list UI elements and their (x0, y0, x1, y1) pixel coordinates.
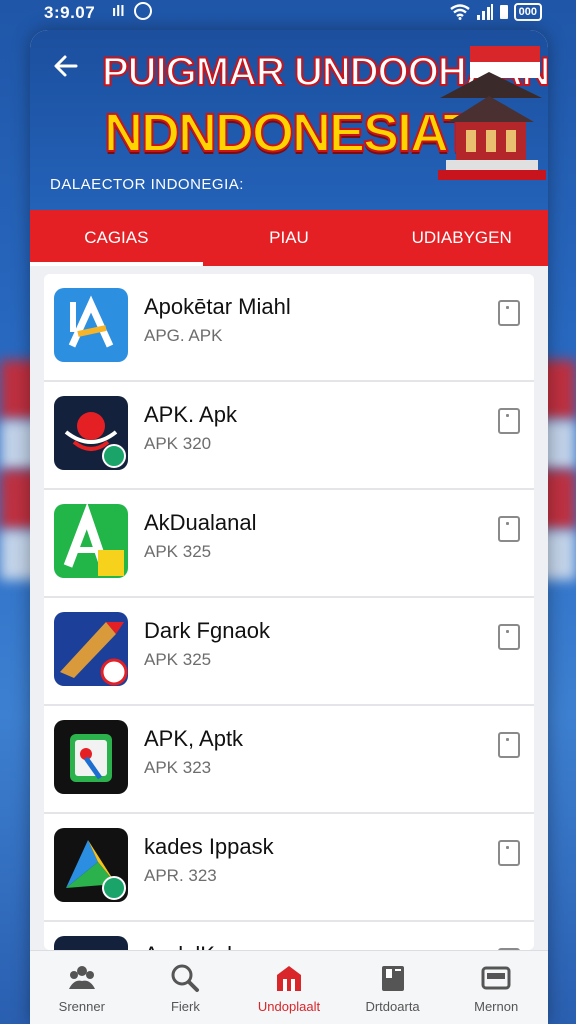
wifi-icon (449, 4, 470, 20)
indonesian-building-illustration (438, 46, 546, 180)
tab-bar: CAGIAS PIAU UDIABYGEN (30, 210, 548, 266)
app-name: AprlalKak (144, 942, 238, 950)
hero-title-line2: NDNDONESIAT. (103, 102, 484, 164)
nav-label: Drtdoarta (365, 998, 420, 1014)
list-item[interactable]: APK. Apk APK 320 (44, 382, 534, 490)
pencil-app-icon (54, 612, 128, 686)
nav-label: Undoplaalt (257, 998, 321, 1014)
tab-cagias[interactable]: CAGIAS (30, 210, 203, 266)
app-name: Apokētar Miahl (144, 294, 291, 319)
blue-a-app-icon (54, 288, 128, 362)
cellular-signal-icon (476, 4, 493, 20)
signal-small-icon: ıll (112, 3, 125, 20)
app-subtitle: APK 320 (144, 434, 212, 453)
list-item[interactable]: APK, Aptk APK 323 (44, 706, 534, 814)
app-name: kades Ippask (144, 834, 274, 859)
tab-label: PIAU (269, 228, 309, 247)
status-bar: 3:9.07 ıll 000 (0, 0, 576, 28)
bottom-navigation: Srenner Fierk Undoplaalt Drtdoarta Merno… (30, 950, 548, 1024)
download-button[interactable] (498, 624, 520, 650)
status-time: 3:9.07 (44, 3, 96, 22)
download-button[interactable] (498, 516, 520, 542)
list-item[interactable]: AkDualanal APK 325 (44, 490, 534, 598)
banner-subtitle: DALAECTOR INDONEGIA: (50, 176, 244, 193)
nav-item-undoplaalt[interactable]: Undoplaalt (237, 951, 341, 1024)
app-window: PUIGMAR UNDOOHAAN NDNDONESIAT. DALAECTOR… (30, 30, 548, 1024)
app-subtitle: APG. APK (144, 326, 223, 345)
status-icons: 000 (449, 3, 542, 21)
document-icon (381, 965, 404, 991)
search-icon (171, 964, 200, 992)
list-item[interactable]: Apokētar Miahl APG. APK (44, 274, 534, 382)
app-subtitle: APK 325 (144, 650, 212, 669)
nav-item-drtdoarta[interactable]: Drtdoarta (341, 951, 445, 1024)
list-item[interactable]: kades Ippask APR. 323 (44, 814, 534, 922)
sync-icon (134, 2, 152, 20)
app-name: APK. Apk (144, 402, 237, 427)
list-item[interactable]: Dark Fgnaok APK 325 (44, 598, 534, 706)
card-icon (481, 966, 511, 989)
list-item[interactable]: AprlalKak (44, 922, 534, 950)
green-pin-app-icon (54, 720, 128, 794)
tab-label: CAGIAS (84, 228, 149, 247)
tab-label: UDIABYGEN (411, 228, 512, 247)
nav-label: Fierk (170, 998, 200, 1014)
nav-item-fierk[interactable]: Fierk (134, 951, 238, 1024)
nav-item-srenner[interactable]: Srenner (30, 951, 134, 1024)
download-button[interactable] (498, 408, 520, 434)
app-name: Dark Fgnaok (144, 618, 270, 643)
download-button[interactable] (498, 300, 520, 326)
people-icon (68, 965, 95, 989)
tab-piau[interactable]: PIAU (203, 210, 376, 266)
app-list: Apokētar Miahl APG. APK APK. Apk APK 320 (44, 274, 534, 950)
nav-label: Mernon (474, 998, 519, 1014)
app-subtitle: APR. 323 (144, 866, 217, 885)
nav-item-mernon[interactable]: Mernon (444, 951, 548, 1024)
nav-label: Srenner (58, 998, 105, 1014)
red-emblem-app-icon (54, 396, 128, 470)
app-subtitle: APK 323 (144, 758, 212, 777)
download-button[interactable] (498, 732, 520, 758)
header-banner: PUIGMAR UNDOOHAAN NDNDONESIAT. DALAECTOR… (30, 30, 548, 210)
green-a-app-icon (54, 504, 128, 578)
lock-icon (499, 5, 508, 19)
home-icon (276, 965, 301, 991)
arrow-left-icon (54, 55, 78, 77)
back-button[interactable] (48, 52, 84, 88)
battery-icon: 000 (513, 3, 542, 21)
app-name: APK, Aptk (144, 726, 244, 751)
gold-crown-app-icon (54, 936, 128, 950)
colorful-a-app-icon (54, 828, 128, 902)
app-name: AkDualanal (144, 510, 257, 535)
app-subtitle: APK 325 (144, 542, 212, 561)
download-button[interactable] (498, 840, 520, 866)
tab-udiabygen[interactable]: UDIABYGEN (375, 210, 548, 266)
